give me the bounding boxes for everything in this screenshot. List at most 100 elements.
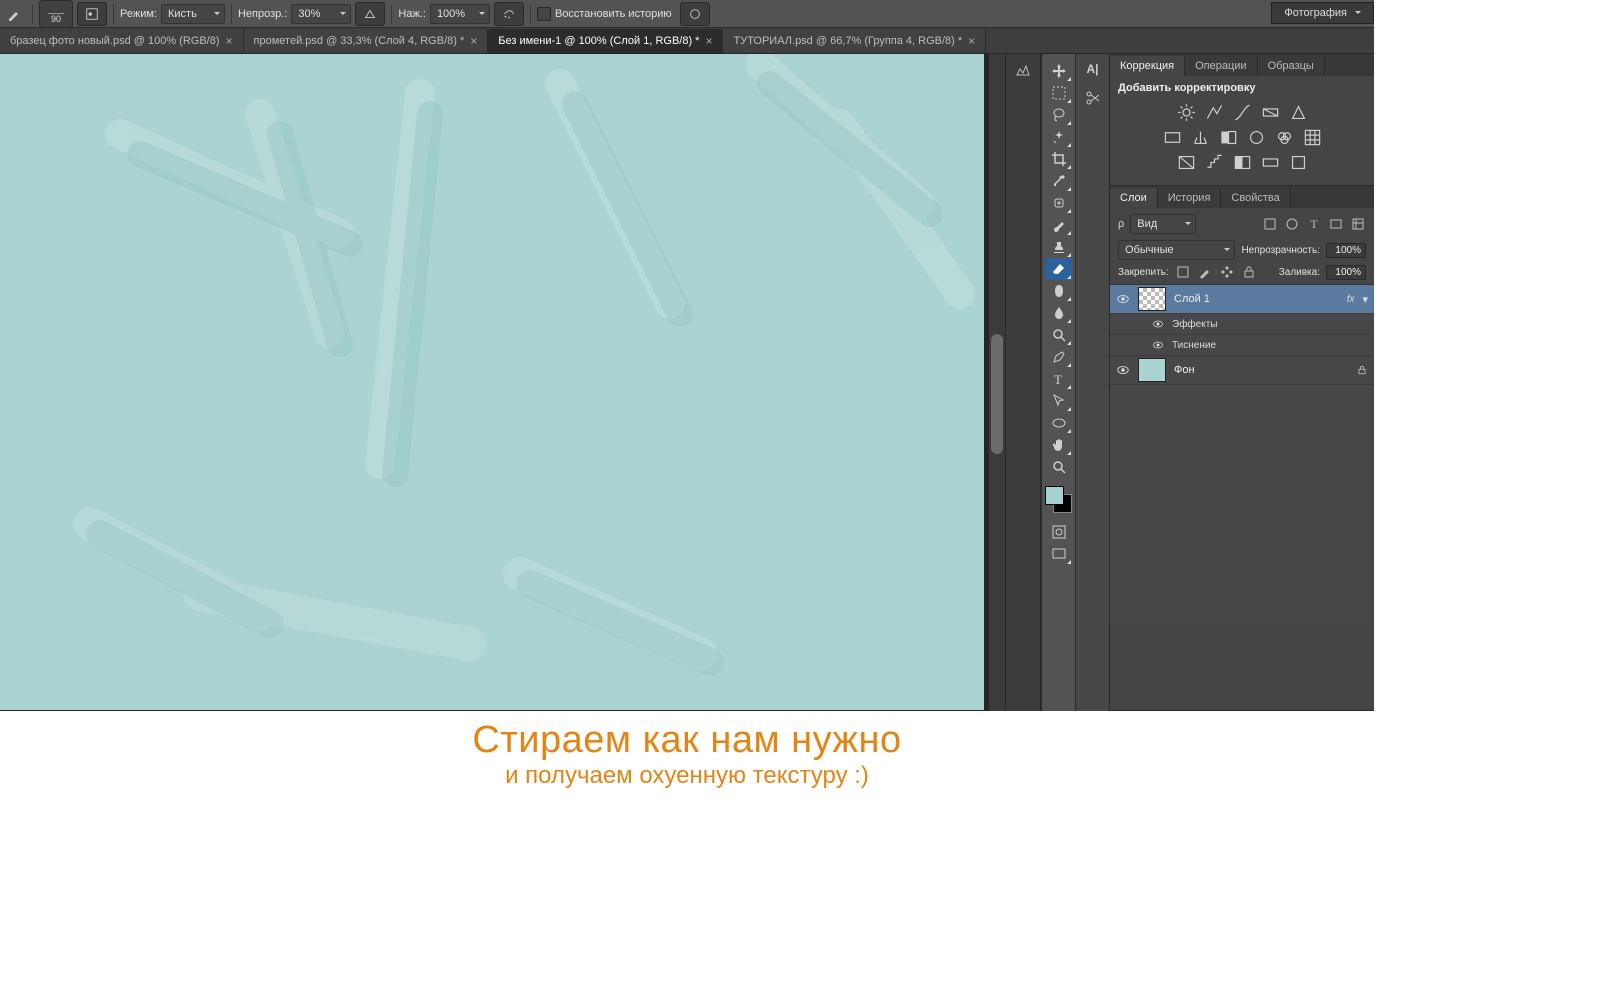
- vibrance-icon[interactable]: [1289, 104, 1308, 121]
- channelmixer-icon[interactable]: [1275, 129, 1294, 146]
- close-icon[interactable]: ×: [968, 35, 975, 47]
- foreground-color[interactable]: [1045, 486, 1064, 505]
- erase-history-checkbox[interactable]: [537, 7, 551, 21]
- brightness-icon[interactable]: [1177, 104, 1196, 121]
- lock-pixels-icon[interactable]: [1197, 264, 1213, 280]
- fill-value[interactable]: 100%: [1326, 265, 1366, 280]
- lock-transparent-icon[interactable]: [1175, 264, 1191, 280]
- visibility-icon[interactable]: [1116, 292, 1130, 306]
- photofilter-icon[interactable]: [1247, 129, 1266, 146]
- lock-position-icon[interactable]: [1219, 264, 1235, 280]
- brush-panel-toggle-icon[interactable]: [77, 2, 107, 26]
- quickmask-icon[interactable]: [1045, 521, 1072, 543]
- magic-wand-tool-icon[interactable]: [1045, 126, 1072, 148]
- exposure-icon[interactable]: [1261, 104, 1280, 121]
- pen-tool-icon[interactable]: [1045, 346, 1072, 368]
- filter-smart-icon[interactable]: [1350, 216, 1366, 232]
- pressure-size-icon[interactable]: [680, 2, 710, 26]
- move-tool-icon[interactable]: [1045, 60, 1072, 82]
- character-panel-icon[interactable]: A|: [1086, 62, 1098, 76]
- eraser-tool-icon[interactable]: [1045, 258, 1072, 280]
- blendmode-value: Обычные: [1125, 244, 1174, 256]
- chevron-down-icon[interactable]: ▾: [1362, 293, 1368, 306]
- tool-preset-icon[interactable]: [4, 3, 26, 25]
- filter-adjust-icon[interactable]: [1284, 216, 1300, 232]
- gradient-tool-icon[interactable]: [1045, 280, 1072, 302]
- blur-tool-icon[interactable]: [1045, 302, 1072, 324]
- layer-row[interactable]: Фон: [1110, 356, 1374, 385]
- stamp-tool-icon[interactable]: [1045, 236, 1072, 258]
- right-column: T A| Коррекц: [1005, 54, 1374, 711]
- histogram-icon[interactable]: [1012, 62, 1034, 80]
- lasso-tool-icon[interactable]: [1045, 104, 1072, 126]
- color-swatches[interactable]: [1045, 486, 1072, 513]
- eyedropper-tool-icon[interactable]: [1045, 170, 1072, 192]
- layer-thumbnail[interactable]: [1138, 358, 1166, 382]
- hue-icon[interactable]: [1163, 129, 1182, 146]
- document-area[interactable]: [0, 54, 1005, 711]
- flow-dropdown[interactable]: 100%: [430, 4, 490, 24]
- filter-pixel-icon[interactable]: [1262, 216, 1278, 232]
- layer-effect-item[interactable]: Тиснение: [1110, 335, 1374, 356]
- layer-thumbnail[interactable]: [1138, 287, 1166, 311]
- scrollbar-thumb[interactable]: [991, 334, 1003, 454]
- visibility-icon[interactable]: [1116, 363, 1130, 377]
- mode-dropdown[interactable]: Кисть: [161, 4, 225, 24]
- layer-row[interactable]: Слой 1 fx ▾: [1110, 285, 1374, 314]
- tab-layers[interactable]: Слои: [1110, 188, 1158, 208]
- opacity-dropdown[interactable]: 30%: [291, 4, 351, 24]
- curves-icon[interactable]: [1233, 104, 1252, 121]
- canvas[interactable]: [0, 54, 984, 710]
- healing-tool-icon[interactable]: [1045, 192, 1072, 214]
- zoom-tool-icon[interactable]: [1045, 456, 1072, 478]
- airbrush-icon[interactable]: [494, 2, 524, 26]
- tab-history[interactable]: История: [1158, 188, 1222, 208]
- close-icon[interactable]: ×: [226, 35, 233, 47]
- close-icon[interactable]: ×: [705, 35, 712, 47]
- document-tab[interactable]: ТУТОРИАЛ.psd @ 66,7% (Группа 4, RGB/8) *…: [723, 29, 986, 53]
- close-icon[interactable]: ×: [470, 35, 477, 47]
- visibility-icon[interactable]: [1152, 339, 1164, 351]
- shape-tool-icon[interactable]: [1045, 412, 1072, 434]
- layer-name[interactable]: Фон: [1174, 364, 1348, 376]
- tab-properties[interactable]: Свойства: [1221, 188, 1290, 208]
- threshold-icon[interactable]: [1233, 154, 1252, 171]
- invert-icon[interactable]: [1177, 154, 1196, 171]
- selective-icon[interactable]: [1289, 154, 1308, 171]
- brush-preview[interactable]: 90: [39, 0, 73, 28]
- pressure-opacity-icon[interactable]: [355, 2, 385, 26]
- type-tool-icon[interactable]: T: [1045, 368, 1072, 390]
- levels-icon[interactable]: [1205, 104, 1224, 121]
- workspace-dropdown[interactable]: Фотография: [1271, 2, 1374, 24]
- crop-tool-icon[interactable]: [1045, 148, 1072, 170]
- vertical-scrollbar[interactable]: [989, 54, 1005, 711]
- document-tab[interactable]: бразец фото новый.psd @ 100% (RGB/8)×: [0, 29, 244, 53]
- fx-badge[interactable]: fx: [1347, 294, 1355, 305]
- hand-tool-icon[interactable]: [1045, 434, 1072, 456]
- lock-all-icon[interactable]: [1241, 264, 1257, 280]
- gradientmap-icon[interactable]: [1261, 154, 1280, 171]
- layer-name[interactable]: Слой 1: [1174, 293, 1339, 305]
- visibility-icon[interactable]: [1152, 318, 1164, 330]
- tab-correction[interactable]: Коррекция: [1110, 56, 1185, 76]
- scissors-icon[interactable]: [1085, 90, 1101, 109]
- layer-opacity-value[interactable]: 100%: [1326, 243, 1366, 258]
- brush-tool-icon[interactable]: [1045, 214, 1072, 236]
- filter-shape-icon[interactable]: [1328, 216, 1344, 232]
- layer-effects-row[interactable]: Эффекты: [1110, 314, 1374, 335]
- screenmode-icon[interactable]: [1045, 543, 1072, 565]
- posterize-icon[interactable]: [1205, 154, 1224, 171]
- colorbalance-icon[interactable]: [1191, 129, 1210, 146]
- path-select-tool-icon[interactable]: [1045, 390, 1072, 412]
- marquee-tool-icon[interactable]: [1045, 82, 1072, 104]
- colorlookup-icon[interactable]: [1303, 129, 1322, 146]
- tab-operations[interactable]: Операции: [1185, 56, 1257, 76]
- tab-swatches[interactable]: Образцы: [1258, 56, 1325, 76]
- blendmode-dropdown[interactable]: Обычные: [1118, 240, 1235, 260]
- filter-type-icon[interactable]: T: [1306, 216, 1322, 232]
- filter-kind-dropdown[interactable]: Вид: [1130, 214, 1196, 234]
- bw-icon[interactable]: [1219, 129, 1238, 146]
- document-tab[interactable]: прометей.psd @ 33,3% (Слой 4, RGB/8) *×: [244, 29, 489, 53]
- document-tab-active[interactable]: Без имени-1 @ 100% (Слой 1, RGB/8) *×: [488, 29, 723, 53]
- dodge-tool-icon[interactable]: [1045, 324, 1072, 346]
